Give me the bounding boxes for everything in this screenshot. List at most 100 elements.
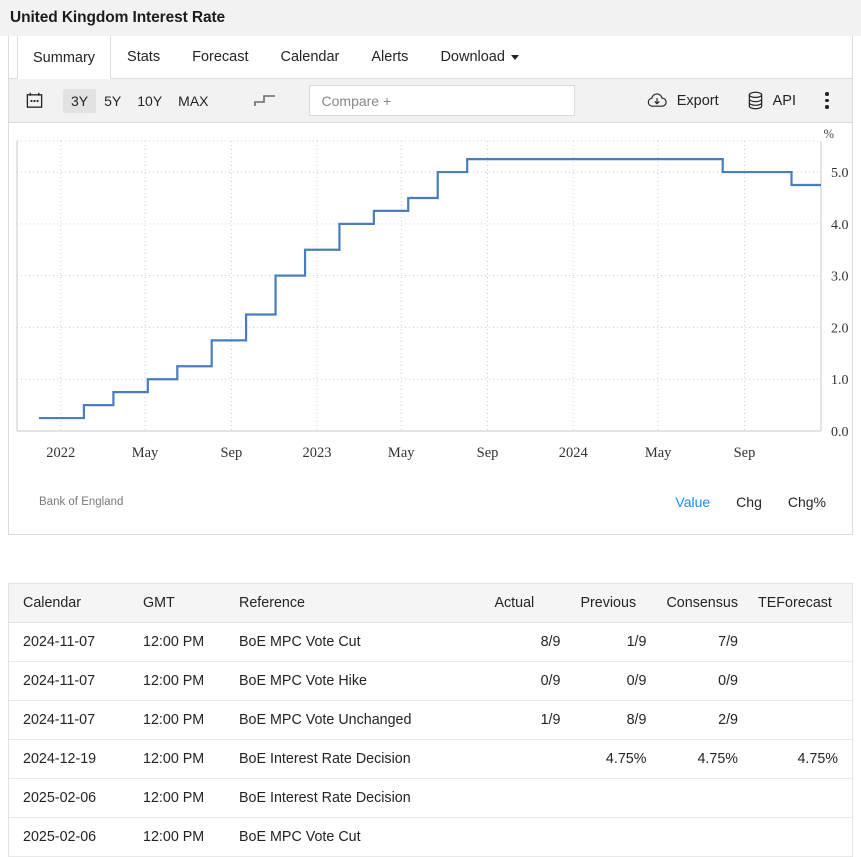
cell-teforecast — [748, 662, 852, 701]
cell-calendar: 2025-02-06 — [9, 779, 133, 818]
tab-download-label: Download — [440, 49, 505, 65]
y-axis-tick-label: 0.0 — [831, 425, 849, 440]
cell-consensus: 2/9 — [656, 701, 748, 740]
database-icon — [747, 91, 764, 110]
interest-rate-step-chart[interactable]: 0.0 1.0 2.0 3.0 4.0 5.0 2022 May Sep 2023 May Sep 20… — [9, 123, 854, 473]
cell-teforecast — [748, 779, 852, 818]
x-axis-tick-label: May — [132, 445, 159, 461]
chevron-down-icon — [511, 55, 519, 60]
range-button-3y[interactable]: 3Y — [63, 89, 96, 113]
column-header-previous[interactable]: Previous — [570, 584, 656, 623]
range-button-max[interactable]: MAX — [170, 89, 216, 113]
y-axis-tick-label: 3.0 — [831, 270, 849, 285]
cell-calendar: 2024-12-19 — [9, 740, 133, 779]
tab-forecast-label: Forecast — [192, 49, 248, 65]
x-axis-tick-label: 2024 — [559, 445, 589, 461]
page-title-text: United Kingdom Interest Rate — [10, 9, 225, 27]
chart-type-button[interactable] — [247, 87, 283, 115]
chart-plot-area[interactable]: % 0.0 1.0 2.0 3.0 4.0 5.0 2022 May Sep 2023 May Sep… — [9, 123, 852, 498]
compare-input[interactable] — [309, 85, 575, 116]
cell-calendar: 2024-11-07 — [9, 662, 133, 701]
cell-actual — [484, 779, 570, 818]
toggle-chg[interactable]: Chg — [736, 494, 762, 510]
calendar-icon — [25, 91, 44, 110]
cell-previous — [570, 818, 656, 857]
cell-gmt: 12:00 PM — [133, 740, 229, 779]
tab-alerts-label: Alerts — [371, 49, 408, 65]
x-axis-tick-label: 2022 — [46, 445, 75, 461]
x-axis-tick-label: 2023 — [302, 445, 331, 461]
y-axis-tick-label: 1.0 — [831, 373, 849, 388]
export-button[interactable]: Export — [632, 86, 733, 116]
x-axis-tick-label: May — [645, 445, 672, 461]
cell-teforecast — [748, 818, 852, 857]
tab-alerts[interactable]: Alerts — [355, 36, 424, 78]
table-row[interactable]: 2025-02-0612:00 PMBoE Interest Rate Deci… — [9, 779, 852, 818]
range-button-5y[interactable]: 5Y — [96, 89, 129, 113]
tab-summary[interactable]: Summary — [17, 36, 111, 79]
x-axis-tick-label: Sep — [477, 445, 499, 461]
table-row[interactable]: 2025-02-0612:00 PMBoE MPC Vote Cut — [9, 818, 852, 857]
cell-consensus: 0/9 — [656, 662, 748, 701]
cloud-download-icon — [646, 92, 668, 109]
column-header-gmt[interactable]: GMT — [133, 584, 229, 623]
x-axis-tick-label: May — [388, 445, 415, 461]
column-header-calendar[interactable]: Calendar — [9, 584, 133, 623]
toggle-chgpct[interactable]: Chg% — [788, 494, 826, 510]
cell-teforecast: 4.75% — [748, 740, 852, 779]
table-header-row: Calendar GMT Reference Actual Previous C… — [9, 584, 852, 623]
y-axis-tick-label: 2.0 — [831, 321, 849, 336]
kebab-dot — [825, 92, 829, 96]
toggle-value[interactable]: Value — [675, 494, 710, 510]
table-row[interactable]: 2024-11-0712:00 PMBoE MPC Vote Cut8/91/9… — [9, 623, 852, 662]
cell-actual: 8/9 — [484, 623, 570, 662]
cell-teforecast — [748, 623, 852, 662]
x-axis-tick-label: Sep — [734, 445, 756, 461]
cell-reference: BoE MPC Vote Cut — [229, 623, 484, 662]
calendar-range-button[interactable] — [17, 86, 51, 116]
column-header-actual[interactable]: Actual — [484, 584, 570, 623]
y-axis-tick-label: 4.0 — [831, 218, 849, 233]
column-header-teforecast[interactable]: TEForecast — [748, 584, 852, 623]
chart-toolbar: 3Y 5Y 10Y MAX Export — [9, 79, 852, 123]
range-button-10y[interactable]: 10Y — [129, 89, 170, 113]
tab-calendar[interactable]: Calendar — [265, 36, 356, 78]
cell-consensus: 4.75% — [656, 740, 748, 779]
cell-reference: BoE Interest Rate Decision — [229, 740, 484, 779]
kebab-dot — [825, 105, 829, 109]
column-header-consensus[interactable]: Consensus — [656, 584, 748, 623]
cell-consensus — [656, 779, 748, 818]
tab-calendar-label: Calendar — [281, 49, 340, 65]
tab-download[interactable]: Download — [424, 36, 535, 78]
more-options-button[interactable] — [812, 86, 842, 116]
column-header-reference[interactable]: Reference — [229, 584, 484, 623]
cell-calendar: 2025-02-06 — [9, 818, 133, 857]
cell-consensus — [656, 818, 748, 857]
cell-reference: BoE MPC Vote Cut — [229, 818, 484, 857]
api-button[interactable]: API — [733, 86, 810, 116]
tab-stats[interactable]: Stats — [111, 36, 176, 78]
tab-forecast[interactable]: Forecast — [176, 36, 264, 78]
cell-gmt: 12:00 PM — [133, 818, 229, 857]
cell-consensus: 7/9 — [656, 623, 748, 662]
chart-unit-label: % — [824, 127, 834, 142]
chart-footer: Bank of England Value Chg Chg% — [9, 494, 852, 510]
toolbar-actions: Export API — [632, 86, 842, 116]
cell-reference: BoE Interest Rate Decision — [229, 779, 484, 818]
table-row[interactable]: 2024-11-0712:00 PMBoE MPC Vote Unchanged… — [9, 701, 852, 740]
cell-previous: 8/9 — [570, 701, 656, 740]
cell-previous: 1/9 — [570, 623, 656, 662]
chart-series-toggles: Value Chg Chg% — [675, 494, 826, 510]
table-row[interactable]: 2024-12-1912:00 PMBoE Interest Rate Deci… — [9, 740, 852, 779]
cell-calendar: 2024-11-07 — [9, 701, 133, 740]
cell-gmt: 12:00 PM — [133, 779, 229, 818]
cell-previous: 4.75% — [570, 740, 656, 779]
page-title: United Kingdom Interest Rate — [0, 0, 861, 36]
table-row[interactable]: 2024-11-0712:00 PMBoE MPC Vote Hike0/90/… — [9, 662, 852, 701]
y-axis-tick-label: 5.0 — [831, 166, 849, 181]
cell-actual — [484, 818, 570, 857]
cell-gmt: 12:00 PM — [133, 623, 229, 662]
cell-previous — [570, 779, 656, 818]
cell-teforecast — [748, 701, 852, 740]
cell-actual: 1/9 — [484, 701, 570, 740]
